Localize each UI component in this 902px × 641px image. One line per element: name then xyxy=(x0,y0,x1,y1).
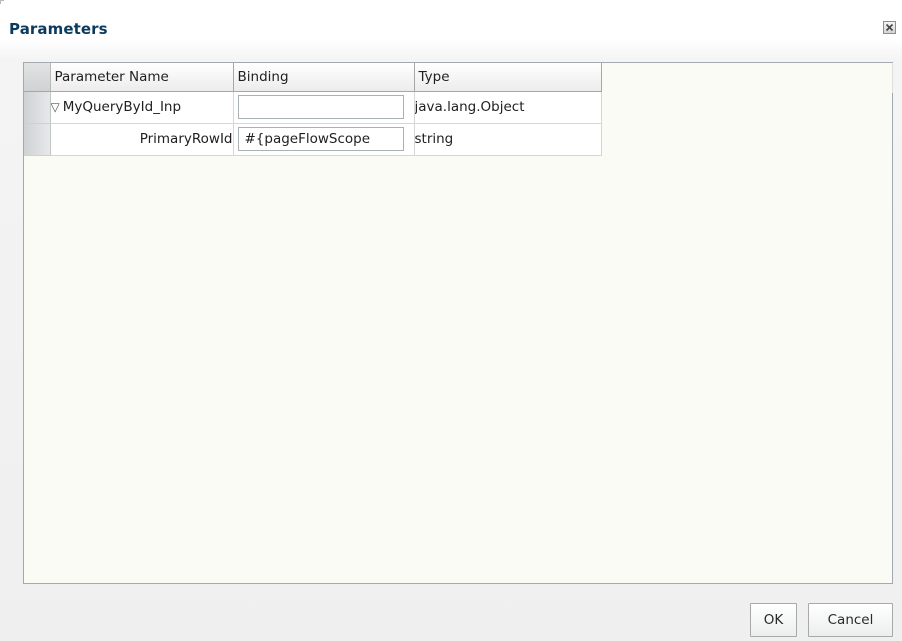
expand-triangle-icon[interactable]: ▽ xyxy=(51,100,60,114)
row-header-corner xyxy=(24,63,51,92)
type-cell: java.lang.Object xyxy=(414,91,602,124)
binding-input[interactable] xyxy=(237,127,404,151)
row-header[interactable] xyxy=(24,91,51,124)
column-header-parameter-name[interactable]: Parameter Name xyxy=(50,63,234,92)
parameters-panel: Parameter Name Binding Type ▽ MyQueryById… xyxy=(23,62,893,584)
parameter-name-cell: PrimaryRowId xyxy=(50,123,234,156)
panel-edge xyxy=(892,63,893,93)
parameters-table: Parameter Name Binding Type ▽ MyQueryById… xyxy=(24,63,602,156)
binding-cell xyxy=(233,91,415,124)
parameter-name-cell: ▽ MyQueryById_Inp xyxy=(50,91,234,124)
table-header-row: Parameter Name Binding Type xyxy=(24,63,602,92)
column-header-type[interactable]: Type xyxy=(414,63,602,92)
table-row[interactable]: PrimaryRowId string xyxy=(24,123,602,156)
binding-input[interactable] xyxy=(237,95,404,119)
corner-marker xyxy=(0,0,4,4)
close-icon xyxy=(885,23,894,32)
type-cell: string xyxy=(414,123,602,156)
close-button[interactable] xyxy=(883,21,896,34)
column-header-binding[interactable]: Binding xyxy=(233,63,415,92)
row-header[interactable] xyxy=(24,123,51,156)
ok-button[interactable]: OK xyxy=(750,603,797,637)
cancel-button[interactable]: Cancel xyxy=(808,603,893,637)
dialog-title: Parameters xyxy=(9,20,108,38)
parameter-name: MyQueryById_Inp xyxy=(62,99,182,115)
table-row[interactable]: ▽ MyQueryById_Inp java.lang.Object xyxy=(24,91,602,124)
parameters-dialog: Parameters Parameter Name Binding Type ▽… xyxy=(0,0,902,641)
binding-cell xyxy=(233,123,415,156)
